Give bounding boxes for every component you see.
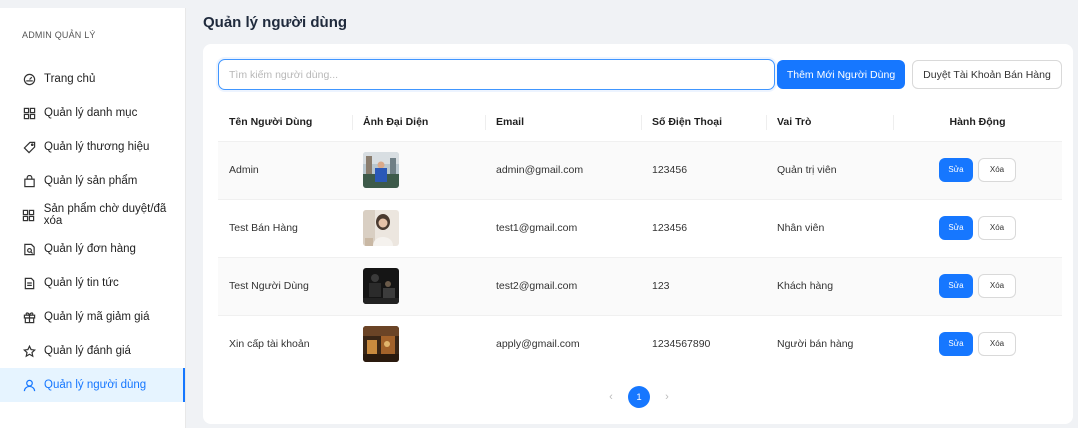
- sidebar-item-label: Trang chủ: [44, 73, 96, 85]
- dashboard-icon: [22, 72, 36, 86]
- avatar-cell: [352, 314, 485, 373]
- actions-cell: Sửa Xóa: [893, 256, 1062, 315]
- pagination: ‹ 1 ›: [600, 386, 678, 408]
- avatar-cell: [352, 198, 485, 257]
- search-input[interactable]: [218, 59, 775, 90]
- file-search-icon: [22, 242, 36, 256]
- sidebar-item-home[interactable]: Trang chủ: [0, 62, 185, 96]
- table-header-row: Tên Người Dùng Ảnh Đại Diện Email Số Điệ…: [218, 104, 1062, 141]
- appstore-icon: [22, 208, 36, 222]
- sidebar-title: ADMIN QUẢN LÝ: [22, 30, 96, 40]
- column-header-email: Email: [485, 104, 641, 141]
- sidebar-item-orders[interactable]: Quản lý đơn hàng: [0, 232, 185, 266]
- user-role: Khách hàng: [766, 256, 893, 315]
- actions-cell: Sửa Xóa: [893, 198, 1062, 257]
- actions-cell: Sửa Xóa: [893, 140, 1062, 199]
- user-phone: 123456: [641, 140, 766, 199]
- delete-button[interactable]: Xóa: [978, 332, 1016, 357]
- approve-seller-button[interactable]: Duyệt Tài Khoản Bán Hàng: [912, 60, 1062, 89]
- column-header-actions: Hành Động: [893, 104, 1062, 141]
- table-row: Test Người Dùng test2@gmail.com 123 Khác…: [218, 256, 1062, 315]
- sidebar-item-reviews[interactable]: Quản lý đánh giá: [0, 334, 185, 368]
- appstore-icon: [22, 106, 36, 120]
- user-name: Xin cấp tài khoản: [218, 314, 352, 373]
- user-email: admin@gmail.com: [485, 140, 641, 199]
- sidebar-item-label: Quản lý đánh giá: [44, 345, 131, 357]
- sidebar-item-categories[interactable]: Quản lý danh mục: [0, 96, 185, 130]
- sidebar: ADMIN QUẢN LÝ Trang chủ Quản lý danh mục…: [0, 8, 186, 428]
- user-phone: 1234567890: [641, 314, 766, 373]
- user-name: Admin: [218, 140, 352, 199]
- user-email: test2@gmail.com: [485, 256, 641, 315]
- sidebar-item-products[interactable]: Quản lý sản phẩm: [0, 164, 185, 198]
- edit-button[interactable]: Sửa: [939, 332, 973, 357]
- user-role: Người bán hàng: [766, 314, 893, 373]
- avatar-cell: [352, 256, 485, 315]
- sidebar-item-label: Quản lý đơn hàng: [44, 243, 136, 255]
- avatar: [363, 152, 399, 188]
- user-email: apply@gmail.com: [485, 314, 641, 373]
- sidebar-item-label: Quản lý thương hiệu: [44, 141, 150, 153]
- delete-button[interactable]: Xóa: [978, 216, 1016, 240]
- tag-icon: [22, 140, 36, 154]
- avatar: [363, 268, 399, 304]
- chevron-right-icon[interactable]: ›: [656, 386, 678, 408]
- star-icon: [22, 344, 36, 358]
- sidebar-item-label: Sản phẩm chờ duyệt/đã xóa: [43, 203, 167, 227]
- user-name: Test Người Dùng: [218, 256, 352, 315]
- edit-button[interactable]: Sửa: [939, 274, 973, 298]
- sidebar-item-pending-products[interactable]: Sản phẩm chờ duyệt/đã xóa: [0, 198, 185, 232]
- shopping-icon: [22, 174, 36, 188]
- user-role: Nhân viên: [766, 198, 893, 257]
- users-card: Thêm Mới Người Dùng Duyệt Tài Khoản Bán …: [203, 44, 1073, 424]
- sidebar-item-label: Quản lý sản phẩm: [44, 175, 138, 187]
- edit-button[interactable]: Sửa: [939, 158, 973, 182]
- column-header-name: Tên Người Dùng: [218, 104, 352, 141]
- user-role: Quản trị viên: [766, 140, 893, 199]
- users-table: Tên Người Dùng Ảnh Đại Diện Email Số Điệ…: [218, 104, 1062, 373]
- avatar: [363, 210, 399, 246]
- table-row: Admin admin@gmail.com 123456 Quản trị vi…: [218, 140, 1062, 199]
- delete-button[interactable]: Xóa: [978, 274, 1016, 298]
- user-email: test1@gmail.com: [485, 198, 641, 257]
- sidebar-item-news[interactable]: Quản lý tin tức: [0, 266, 185, 300]
- edit-button[interactable]: Sửa: [939, 216, 973, 240]
- table-row: Test Bán Hàng test1@gmail.com 123456 Nhâ…: [218, 198, 1062, 257]
- gift-icon: [22, 310, 36, 324]
- table-row: Xin cấp tài khoản apply@gmail.com 123456…: [218, 314, 1062, 373]
- page-title: Quản lý người dùng: [203, 14, 348, 31]
- user-icon: [22, 378, 36, 392]
- sidebar-item-brands[interactable]: Quản lý thương hiệu: [0, 130, 185, 164]
- user-phone: 123: [641, 256, 766, 315]
- sidebar-item-label: Quản lý danh mục: [44, 107, 138, 119]
- column-header-avatar: Ảnh Đại Diện: [352, 104, 485, 141]
- add-user-button[interactable]: Thêm Mới Người Dùng: [777, 60, 905, 89]
- sidebar-item-label: Quản lý tin tức: [44, 277, 119, 289]
- page-number-current[interactable]: 1: [628, 386, 650, 408]
- sidebar-item-label: Quản lý người dùng: [44, 379, 147, 391]
- avatar: [363, 326, 399, 363]
- user-phone: 123456: [641, 198, 766, 257]
- sidebar-item-users[interactable]: Quản lý người dùng: [0, 368, 185, 402]
- avatar-cell: [352, 140, 485, 199]
- sidebar-item-label: Quản lý mã giảm giá: [44, 311, 150, 323]
- sidebar-item-coupons[interactable]: Quản lý mã giảm giá: [0, 300, 185, 334]
- actions-cell: Sửa Xóa: [893, 314, 1062, 373]
- delete-button[interactable]: Xóa: [978, 158, 1016, 182]
- column-header-role: Vai Trò: [766, 104, 893, 141]
- file-text-icon: [22, 276, 36, 290]
- chevron-left-icon[interactable]: ‹: [600, 386, 622, 408]
- user-name: Test Bán Hàng: [218, 198, 352, 257]
- column-header-phone: Số Điện Thoại: [641, 104, 766, 141]
